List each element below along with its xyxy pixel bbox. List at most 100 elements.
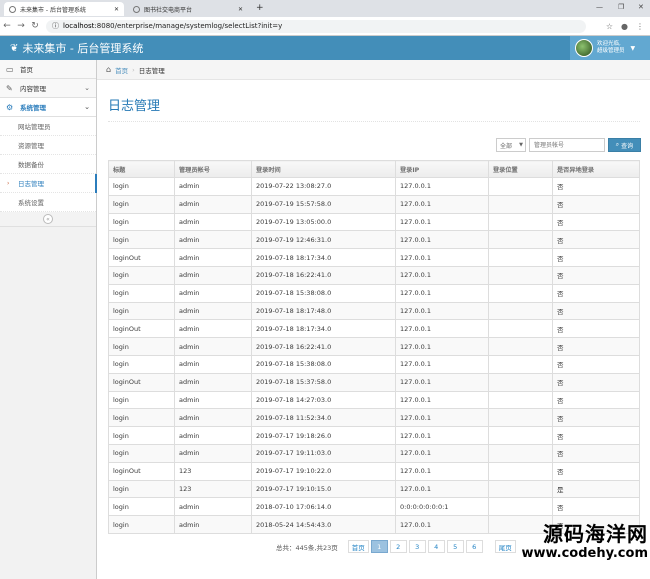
table-cell: login [108,230,175,250]
column-header[interactable]: 登录IP [395,160,489,178]
table-cell: admin [174,390,252,410]
column-header[interactable]: 管理员帐号 [174,160,252,178]
url-host: localhost [63,22,95,30]
table-cell: 127.0.0.1 [395,248,489,267]
table-cell: 127.0.0.1 [395,212,489,232]
page-button[interactable]: 1 [370,540,388,553]
table-cell: 2019-07-19 12:46:31.0 [251,230,396,250]
table-cell: 否 [552,248,640,267]
table-cell: 2019-07-18 15:38:08.0 [251,354,396,374]
minimize-icon[interactable]: — [596,3,603,11]
first-page-button[interactable]: 首页 [347,540,369,553]
menu-icon[interactable]: ⋮ [636,22,644,31]
sidebar-subitem-logs[interactable]: › 日志管理 [0,174,97,193]
table-cell: login [108,265,175,285]
table-cell: login [108,443,175,463]
sidebar-item-label: 内容管理 [20,85,46,93]
column-header[interactable]: 标题 [108,160,175,178]
table-cell: login [108,408,175,428]
table-cell: login [108,479,175,499]
sidebar-subitem-resources[interactable]: 资源管理 [0,136,96,155]
table-cell: 127.0.0.1 [395,390,489,410]
table-cell: admin [174,283,252,303]
user-menu[interactable]: 欢迎光临, 超级管理员 ▼ [570,36,650,60]
table-row: loginOut admin 2019-07-18 15:37:58.0 127.0.… [108,372,640,392]
restore-icon[interactable]: ❐ [618,3,624,11]
sidebar-subitem-settings[interactable]: 系统设置 [0,193,96,212]
table-cell [488,248,553,267]
column-header[interactable]: 登录位置 [488,160,553,178]
new-tab-icon[interactable]: + [256,3,264,13]
table-cell: admin [174,372,252,392]
table-row: login admin 2019-07-19 13:05:00.0 127.0.0.1… [108,212,640,232]
table-cell: 2019-07-18 18:17:34.0 [251,319,396,339]
search-button[interactable]: ⌕ 查询 [608,138,641,152]
sidebar-subitem-admins[interactable]: 网站管理员 [0,117,96,136]
title-divider [108,121,640,122]
star-icon[interactable]: ☆ [606,22,613,31]
table-header-row: 标题 管理员帐号 登录时间 登录IP 登录位置 是否异地登录 [108,160,640,178]
table-cell: admin [174,230,252,250]
sidebar-collapse[interactable]: « [0,212,96,227]
caret-down-icon: ▼ [519,142,523,148]
table-cell: 否 [552,443,640,463]
table-cell: 否 [552,461,640,481]
table-cell: login [108,212,175,232]
table-cell: admin [174,177,252,196]
table-row: login admin 2019-07-17 19:18:26.0 127.0.0.1… [108,426,640,445]
table-cell: 127.0.0.1 [395,177,489,196]
table-cell: 2019-07-19 13:05:00.0 [251,212,396,232]
browser-tab[interactable]: 图书社交电商平台 ✕ [128,2,248,16]
page-button[interactable]: 2 [389,540,407,553]
table-cell: 127.0.0.1 [395,372,489,392]
close-window-icon[interactable]: ✕ [638,3,644,11]
table-cell: admin [174,443,252,463]
table-cell: 2018-07-10 17:06:14.0 [251,497,396,517]
sidebar-item-system[interactable]: ⚙ 系统管理 ⌄ [0,98,96,117]
browser-tab-active[interactable]: 未来集市 - 后台管理系统 ✕ [4,2,124,16]
table-cell: 否 [552,426,640,445]
admin-account-input[interactable] [529,138,605,152]
table-cell: admin [174,497,252,517]
table-cell: admin [174,194,252,214]
table-row: login admin 2019-07-18 14:27:03.0 127.0.0.1… [108,390,640,410]
table-cell: admin [174,248,252,267]
brand[interactable]: ❦ 未来集市 - 后台管理系统 [10,40,143,56]
back-icon[interactable]: ← [0,21,14,31]
address-input[interactable]: ⓘ localhost:8080/enterprise/manage/syste… [46,19,586,33]
table-cell: 2019-07-17 19:11:03.0 [251,443,396,463]
page-button[interactable]: 4 [427,540,445,553]
browser-chrome: 未来集市 - 后台管理系统 ✕ 图书社交电商平台 ✕ + — ❐ ✕ ← → ↻… [0,0,650,36]
type-select[interactable]: 全部 ▼ [496,138,526,152]
table-cell: 否 [552,283,640,303]
table-cell: 127.0.0.1 [395,194,489,214]
sidebar-item-home[interactable]: ▭ 首页 [0,60,96,79]
breadcrumb: ⌂ 首页 › 日志管理 [97,60,650,80]
table-cell [488,283,553,303]
breadcrumb-home-link[interactable]: 首页 [115,65,128,75]
column-header[interactable]: 是否异地登录 [552,160,640,178]
sidebar-item-content[interactable]: ✎ 内容管理 ⌄ [0,79,96,98]
table-cell [488,301,553,321]
table-cell: admin [174,265,252,285]
forward-icon[interactable]: → [14,21,28,31]
table-cell: 2019-07-18 14:27:03.0 [251,390,396,410]
table-cell: 123 [174,479,252,499]
close-icon[interactable]: ✕ [238,6,243,13]
column-header[interactable]: 登录时间 [251,160,396,178]
sidebar-subitem-label: 系统设置 [18,199,44,207]
sidebar-subitem-backup[interactable]: 数据备份 [0,155,96,174]
table-cell: 2019-07-18 16:22:41.0 [251,337,396,356]
page-button[interactable]: 3 [408,540,426,553]
table-cell: 127.0.0.1 [395,479,489,499]
globe-icon [133,5,140,13]
table-cell: loginOut [108,248,175,267]
table-cell: 127.0.0.1 [395,408,489,428]
profile-icon[interactable]: ● [621,22,628,31]
close-icon[interactable]: ✕ [114,6,119,13]
table-cell [488,265,553,285]
table-cell: 是 [552,479,640,499]
table-cell: 127.0.0.1 [395,265,489,285]
table-cell: admin [174,337,252,356]
reload-icon[interactable]: ↻ [28,21,42,31]
